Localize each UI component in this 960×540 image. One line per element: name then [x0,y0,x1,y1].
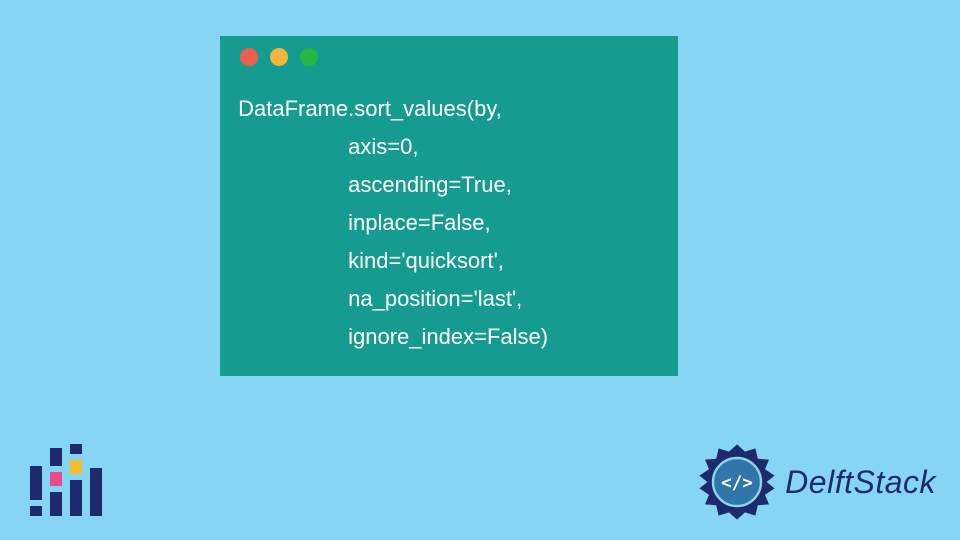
code-text: DataFrame.sort_values(by, axis=0, ascend… [220,78,678,376]
bars-col [70,444,82,516]
bars-logo-icon [30,444,94,516]
window-dot-minimize-icon [270,48,288,66]
svg-text:</>: </> [721,473,753,493]
brand-logo: </> DelftStack [697,442,936,522]
code-window: DataFrame.sort_values(by, axis=0, ascend… [220,36,678,376]
window-titlebar [220,36,678,78]
bars-col [30,466,42,516]
window-dot-close-icon [240,48,258,66]
brand-badge-icon: </> [697,442,777,522]
bars-col [90,468,102,516]
window-dot-zoom-icon [300,48,318,66]
bars-col [50,448,62,516]
brand-name: DelftStack [785,464,936,501]
